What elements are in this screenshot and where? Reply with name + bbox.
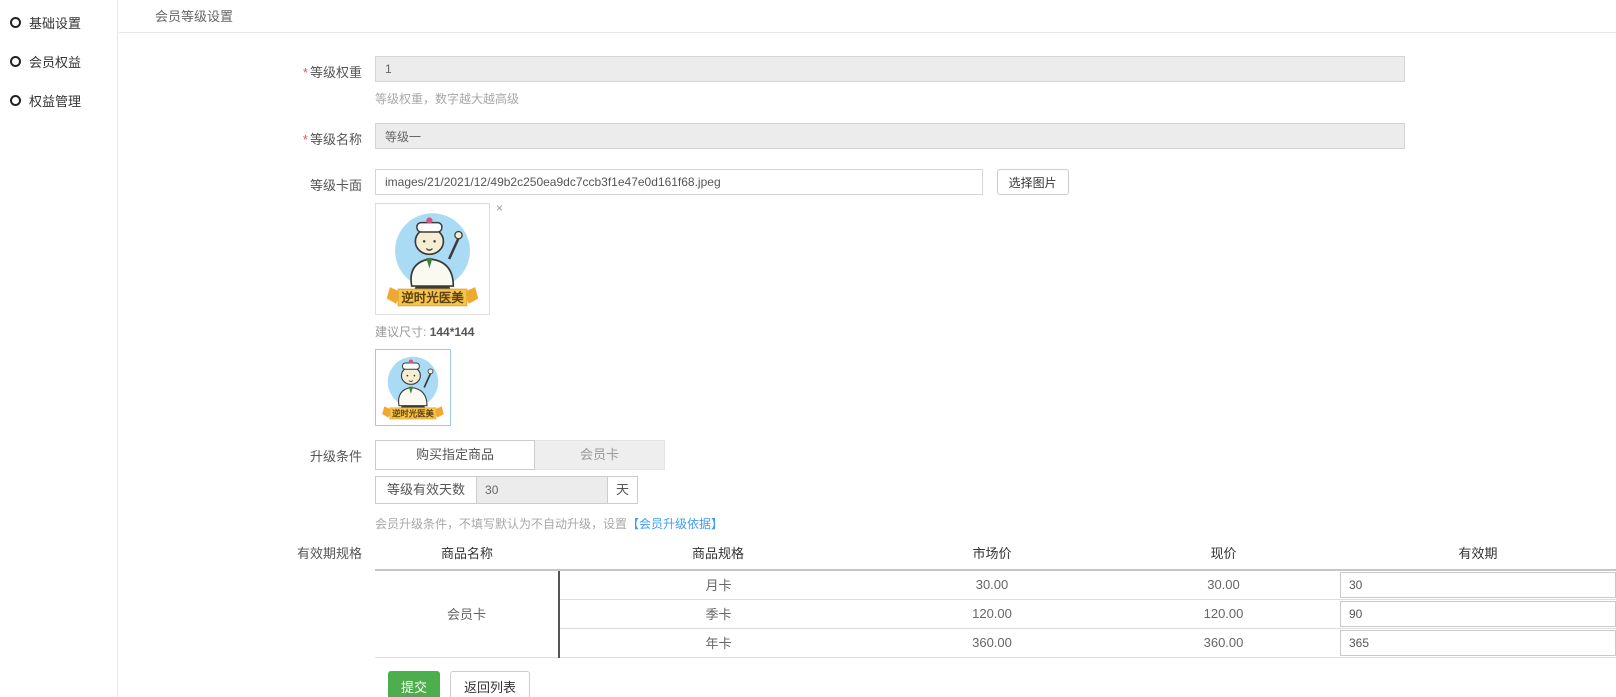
col-market-price: 市场价 <box>877 540 1107 570</box>
col-product-spec: 商品规格 <box>559 540 877 570</box>
required-asterisk: * <box>303 132 308 147</box>
submit-button[interactable]: 提交 <box>388 671 440 697</box>
required-asterisk: * <box>303 65 308 80</box>
col-product-name: 商品名称 <box>375 540 559 570</box>
sidebar: 基础设置 会员权益 权益管理 <box>0 0 118 697</box>
doctor-cartoon-image: 逆时光医美 <box>379 207 486 311</box>
sidebar-item-label: 会员权益 <box>29 52 81 71</box>
table-row: 季卡 120.00 120.00 <box>375 599 1616 628</box>
card-preview-image: 逆时光医美 <box>375 203 490 315</box>
sidebar-item-member-benefits[interactable]: 会员权益 <box>0 42 117 81</box>
tab-buy-specified-goods[interactable]: 购买指定商品 <box>375 440 535 470</box>
page-title: 会员等级设置 <box>119 0 1616 33</box>
current-price-cell: 30.00 <box>1107 570 1340 599</box>
member-level-form: *等级权重 等级权重，数字越大越高级 *等级名称 等级卡面 选择图片 <box>119 33 1616 697</box>
sidebar-item-basic-settings[interactable]: 基础设置 <box>0 3 117 42</box>
spec-cell: 季卡 <box>559 599 877 628</box>
market-price-cell: 360.00 <box>877 628 1107 657</box>
weight-label: *等级权重 <box>119 56 375 107</box>
sidebar-item-label: 权益管理 <box>29 91 81 110</box>
validity-input-quarter[interactable] <box>1340 601 1616 627</box>
product-name-cell: 会员卡 <box>375 570 559 657</box>
choose-image-button[interactable]: 选择图片 <box>997 169 1069 195</box>
sidebar-item-benefit-management[interactable]: 权益管理 <box>0 81 117 120</box>
table-row: 会员卡 月卡 30.00 30.00 <box>375 570 1616 599</box>
name-label: *等级名称 <box>119 123 375 149</box>
upgrade-basis-link[interactable]: 【会员升级依据】 <box>627 517 723 531</box>
card-preview-wrap: 逆时光医美 × <box>375 203 515 315</box>
spec-cell: 月卡 <box>559 570 877 599</box>
col-current-price: 现价 <box>1107 540 1340 570</box>
valid-days-label: 等级有效天数 <box>375 476 477 504</box>
sidebar-item-label: 基础设置 <box>29 13 81 32</box>
tab-member-card[interactable]: 会员卡 <box>535 440 665 470</box>
radio-circle-icon <box>10 56 21 67</box>
table-header-row: 商品名称 商品规格 市场价 现价 有效期 <box>375 540 1616 570</box>
banner-text: 逆时光医美 <box>392 409 434 419</box>
radio-circle-icon <box>10 17 21 28</box>
col-validity: 有效期 <box>1340 540 1616 570</box>
market-price-cell: 120.00 <box>877 599 1107 628</box>
validity-spec-table: 商品名称 商品规格 市场价 现价 有效期 会员卡 月卡 30.00 30.00 <box>375 540 1616 658</box>
name-input[interactable] <box>375 123 1405 149</box>
weight-hint: 等级权重，数字越大越高级 <box>375 90 1616 107</box>
valid-days-input[interactable] <box>477 476 607 504</box>
form-actions: 提交 返回列表 <box>388 671 1616 697</box>
card-thumbnail-image[interactable]: 逆时光医美 <box>375 349 451 426</box>
form-row-card: 等级卡面 选择图片 逆时光医美 × 建议尺寸: 144*144 <box>119 169 1616 426</box>
table-row: 年卡 360.00 360.00 <box>375 628 1616 657</box>
doctor-cartoon-thumbnail: 逆时光医美 <box>378 352 448 423</box>
upgrade-label: 升级条件 <box>119 440 375 532</box>
form-row-upgrade: 升级条件 购买指定商品 会员卡 等级有效天数 天 会员升级条件，不填写默认为不自… <box>119 440 1616 532</box>
upgrade-hint: 会员升级条件，不填写默认为不自动升级，设置【会员升级依据】 <box>375 515 1616 532</box>
form-row-weight: *等级权重 等级权重，数字越大越高级 <box>119 56 1616 107</box>
current-price-cell: 360.00 <box>1107 628 1340 657</box>
validity-input-year[interactable] <box>1340 630 1616 656</box>
radio-circle-icon <box>10 95 21 106</box>
spec-cell: 年卡 <box>559 628 877 657</box>
current-price-cell: 120.00 <box>1107 599 1340 628</box>
remove-image-icon[interactable]: × <box>496 201 503 215</box>
spec-table-label: 有效期规格 <box>119 540 375 658</box>
valid-days-unit: 天 <box>607 476 638 504</box>
back-to-list-button[interactable]: 返回列表 <box>450 671 530 697</box>
weight-input[interactable] <box>375 56 1405 82</box>
form-row-name: *等级名称 <box>119 123 1616 149</box>
card-label: 等级卡面 <box>119 169 375 426</box>
market-price-cell: 30.00 <box>877 570 1107 599</box>
upgrade-tabs: 购买指定商品 会员卡 <box>375 440 1616 470</box>
validity-input-month[interactable] <box>1340 572 1616 598</box>
banner-text: 逆时光医美 <box>401 290 464 305</box>
card-path-input[interactable] <box>375 169 983 195</box>
main-content: 会员等级设置 *等级权重 等级权重，数字越大越高级 *等级名称 等级卡面 选择图… <box>119 0 1616 697</box>
size-hint: 建议尺寸: 144*144 <box>375 323 1616 340</box>
valid-days-group: 等级有效天数 天 <box>375 476 1616 504</box>
form-row-spec-table: 有效期规格 商品名称 商品规格 市场价 现价 有效期 <box>119 540 1616 658</box>
